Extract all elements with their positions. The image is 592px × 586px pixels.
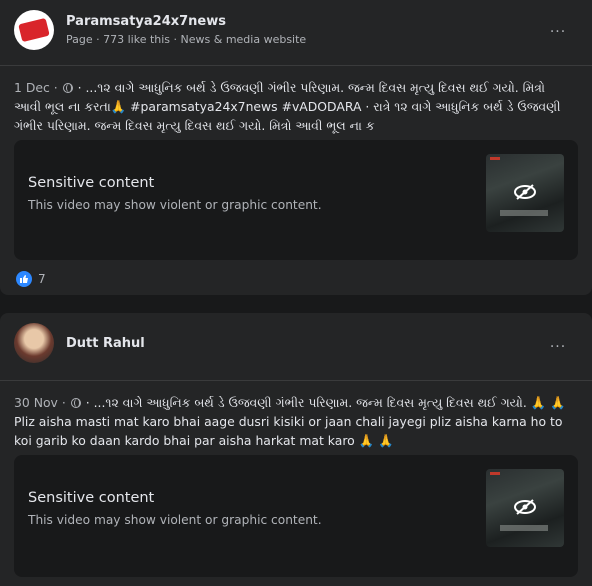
sensitive-description: This video may show violent or graphic c…	[28, 513, 322, 527]
video-thumbnail[interactable]	[486, 154, 564, 232]
globe-icon	[70, 398, 81, 408]
globe-icon	[62, 83, 73, 93]
divider	[0, 380, 592, 381]
post-text: 30 Nov · · ...૧૨ વાગે આધુનિક બર્થ ડે ઉજવ…	[14, 395, 566, 448]
sensitive-video-card[interactable]: Sensitive content This video may show vi…	[14, 140, 578, 260]
more-options-icon[interactable]: ···	[546, 24, 570, 40]
divider	[0, 65, 592, 66]
post-text: 1 Dec · · ...૧૨ વાગે આધુનિક બર્થ ડે ઉજવણ…	[14, 80, 561, 133]
page-avatar[interactable]	[14, 10, 54, 50]
sensitive-description: This video may show violent or graphic c…	[28, 198, 322, 212]
post-date[interactable]: 1 Dec	[14, 80, 50, 95]
sensitive-title: Sensitive content	[28, 490, 155, 506]
post-header: Dutt Rahul	[14, 323, 145, 363]
post-card: Paramsatya24x7news Page · 773 like this …	[0, 0, 592, 295]
sensitive-title: Sensitive content	[28, 175, 155, 191]
video-thumbnail[interactable]	[486, 469, 564, 547]
author-name[interactable]: Paramsatya24x7news	[66, 13, 306, 30]
more-options-icon[interactable]: ···	[546, 339, 570, 355]
post-header: Paramsatya24x7news Page · 773 like this …	[14, 10, 306, 50]
page-subtitle: Page · 773 like this · News & media webs…	[66, 33, 307, 46]
eye-slash-icon	[514, 499, 536, 515]
post-card: Dutt Rahul ··· 30 Nov · · ...૧૨ વાગે આધુ…	[0, 313, 592, 586]
post-body: · ...૧૨ વાગે આધુનિક બર્થ ડે ઉજવણી ગંભીર …	[14, 395, 566, 448]
post-body: · ...૧૨ વાગે આધુનિક બર્થ ડે ઉજવણી ગંભીર …	[14, 80, 561, 133]
eye-slash-icon	[514, 184, 536, 200]
reactions-bar[interactable]: 7	[16, 271, 46, 287]
user-avatar[interactable]	[14, 323, 54, 363]
sensitive-video-card[interactable]: Sensitive content This video may show vi…	[14, 455, 578, 577]
post-date[interactable]: 30 Nov	[14, 395, 58, 410]
like-icon	[16, 271, 32, 287]
author-name[interactable]: Dutt Rahul	[66, 335, 145, 352]
logo-icon	[18, 17, 50, 43]
reaction-count[interactable]: 7	[38, 272, 46, 286]
